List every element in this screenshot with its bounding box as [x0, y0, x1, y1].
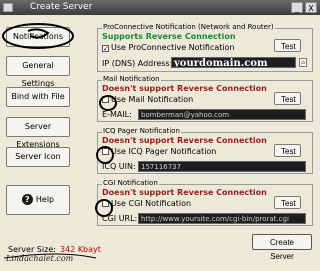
mail-group: Mail Notification Doesn't support Revers…	[97, 75, 313, 122]
cgi-checkbox-label: Use CGI Notification	[111, 199, 192, 208]
proconnective-checkbox-label: Use ProConnective Notification	[111, 43, 235, 52]
icq-uin-label: ICQ UIN:	[102, 162, 136, 171]
cgi-title: CGI Notification	[102, 179, 159, 187]
server-size-value: 342 Kbayt	[60, 245, 101, 254]
email-label: E-MAIL:	[102, 110, 132, 119]
help-label: Help	[35, 195, 55, 204]
icq-checkbox[interactable]	[102, 148, 109, 155]
icq-checkbox-label: Use ICQ Pager Notification	[111, 147, 217, 156]
cgi-url-label: CGI URL:	[102, 214, 138, 223]
proconnective-checkbox-row[interactable]: ✓ Use ProConnective Notification	[102, 43, 235, 53]
app-icon	[3, 3, 13, 12]
mail-test-button[interactable]: Test	[274, 92, 301, 105]
nav-bind-with-file-button[interactable]: Bind with File	[6, 87, 70, 107]
close-button[interactable]: X	[305, 2, 317, 13]
create-server-window: Create Server _ X Notifications General …	[0, 0, 320, 271]
icq-checkbox-row[interactable]: Use ICQ Pager Notification	[102, 147, 216, 156]
nav-notifications-button[interactable]: Notifications	[6, 27, 70, 47]
title-bar[interactable]: Create Server _ X	[0, 0, 320, 15]
minimize-button[interactable]: _	[291, 2, 303, 13]
nav-server-extensions-button[interactable]: Server Extensions	[6, 117, 70, 149]
ip-address-label: IP (DNS) Address:	[102, 59, 173, 68]
watermark-signature: Lindachalet.com	[6, 254, 74, 263]
mail-checkbox-label: Use Mail Notification	[111, 95, 194, 104]
cgi-checkbox[interactable]	[102, 200, 109, 207]
cgi-group: CGI Notification Doesn't support Reverse…	[97, 179, 313, 226]
proconnective-group: ProConnective Notification (Network and …	[97, 23, 313, 72]
mail-title: Mail Notification	[102, 75, 161, 83]
cgi-status: Doesn't support Reverse Connection	[102, 188, 267, 197]
email-field[interactable]: bomberman@yahoo.com	[138, 109, 306, 120]
proconnective-test-button[interactable]: Test	[274, 39, 301, 52]
cgi-test-button[interactable]: Test	[274, 196, 301, 209]
proconnective-checkbox[interactable]: ✓	[102, 45, 109, 53]
mail-status: Doesn't support Reverse Connection	[102, 84, 267, 93]
help-icon: ?	[21, 194, 33, 205]
ip-lock-icon[interactable]: ⌂	[299, 58, 307, 67]
nav-help-button[interactable]: ? Help	[6, 185, 70, 215]
proconnective-status: Supports Reverse Connection	[102, 32, 236, 41]
proconnective-title: ProConnective Notification (Network and …	[102, 23, 275, 31]
window-title: Create Server	[30, 2, 93, 12]
cgi-url-field[interactable]: http://www.yoursite.com/cgi-bin/prorat.c…	[138, 213, 306, 224]
mail-checkbox[interactable]	[102, 96, 109, 103]
icq-title: ICQ Pager Notification	[102, 127, 181, 135]
cgi-checkbox-row[interactable]: Use CGI Notification	[102, 199, 191, 208]
create-server-button[interactable]: Create Server	[252, 234, 312, 261]
server-size-label: Server Size:	[8, 245, 56, 254]
mail-checkbox-row[interactable]: Use Mail Notification	[102, 95, 193, 104]
nav-server-icon-button[interactable]: Server Icon	[6, 147, 70, 167]
icq-group: ICQ Pager Notification Doesn't support R…	[97, 127, 313, 174]
icq-uin-field[interactable]: 157116737	[138, 161, 306, 172]
icq-status: Doesn't support Reverse Connection	[102, 136, 267, 145]
ip-address-field[interactable]: yourdomain.com	[171, 57, 296, 68]
nav-general-settings-button[interactable]: General Settings	[6, 56, 70, 88]
icq-test-button[interactable]: Test	[274, 144, 301, 157]
